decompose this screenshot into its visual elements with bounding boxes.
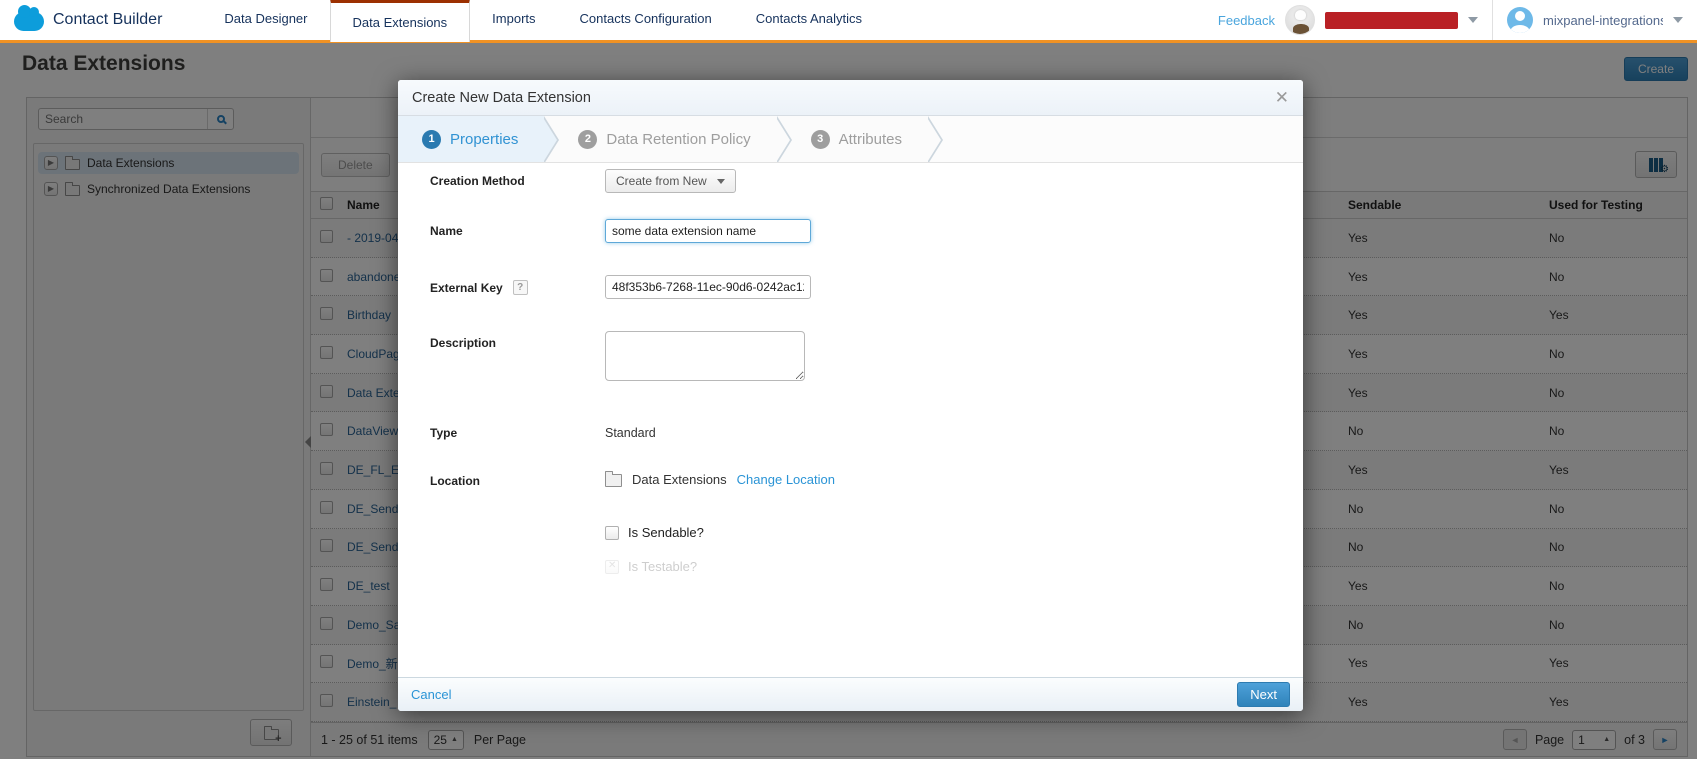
einstein-avatar[interactable] [1285, 5, 1315, 35]
name-label: Name [430, 219, 605, 238]
help-icon[interactable]: ? [513, 280, 528, 295]
is-sendable-checkbox[interactable] [605, 526, 619, 540]
is-testable-checkbox [605, 560, 619, 574]
feedback-link[interactable]: Feedback [1218, 13, 1275, 28]
is-sendable-label: Is Sendable? [628, 525, 704, 540]
chevron-down-icon[interactable] [1468, 17, 1478, 23]
brand[interactable]: Contact Builder [0, 10, 202, 31]
is-testable-label: Is Testable? [628, 559, 697, 574]
step-data-retention-policy[interactable]: 2 Data Retention Policy [544, 116, 776, 162]
type-label: Type [430, 421, 605, 440]
create-data-extension-modal: Create New Data Extension ✕ 1 Properties… [398, 80, 1303, 711]
external-key-field[interactable] [605, 275, 811, 299]
next-button[interactable]: Next [1237, 682, 1290, 707]
account-name: mixpanel-integrations... [1543, 13, 1663, 28]
cancel-link[interactable]: Cancel [411, 687, 451, 702]
creation-method-label: Creation Method [430, 169, 605, 188]
step-properties[interactable]: 1 Properties [398, 116, 544, 162]
nav-item-data-extensions[interactable]: Data Extensions [330, 0, 471, 42]
account-chevron-down-icon[interactable] [1673, 17, 1683, 23]
main-nav: Data Designer Data Extensions Imports Co… [202, 0, 884, 42]
salesforce-cloud-icon [14, 12, 44, 31]
nav-item-imports[interactable]: Imports [470, 0, 557, 39]
modal-body: Creation Method Create from New Name Ext… [398, 163, 1303, 677]
modal-title: Create New Data Extension [412, 90, 591, 106]
close-icon[interactable]: ✕ [1275, 89, 1289, 106]
nav-item-contacts-configuration[interactable]: Contacts Configuration [558, 0, 734, 39]
nav-item-contacts-analytics[interactable]: Contacts Analytics [734, 0, 884, 39]
is-sendable-row: Is Sendable? [605, 525, 704, 540]
step-attributes[interactable]: 3 Attributes [777, 116, 928, 162]
external-key-label: External Key ? [430, 275, 605, 295]
change-location-link[interactable]: Change Location [737, 472, 835, 487]
app-window: Contact Builder Data Designer Data Exten… [0, 0, 1697, 759]
name-field[interactable] [605, 219, 811, 243]
top-nav: Contact Builder Data Designer Data Exten… [0, 0, 1697, 43]
location-value: Data Extensions [632, 472, 727, 487]
modal-header: Create New Data Extension ✕ [398, 80, 1303, 116]
wizard-steps: 1 Properties 2 Data Retention Policy 3 A… [398, 116, 1303, 163]
creation-method-dropdown[interactable]: Create from New [605, 169, 736, 193]
brand-name: Contact Builder [53, 11, 162, 29]
is-testable-row: Is Testable? [605, 559, 697, 574]
description-label: Description [430, 331, 605, 350]
chevron-down-icon [717, 179, 725, 184]
location-label: Location [430, 469, 605, 488]
type-value: Standard [605, 421, 656, 440]
description-field[interactable] [605, 331, 805, 381]
nav-divider [1492, 0, 1493, 40]
redacted-org-name [1325, 12, 1458, 29]
folder-icon [605, 474, 622, 487]
nav-item-data-designer[interactable]: Data Designer [202, 0, 329, 39]
user-avatar-icon[interactable] [1507, 7, 1533, 33]
modal-footer: Cancel Next [398, 677, 1303, 711]
